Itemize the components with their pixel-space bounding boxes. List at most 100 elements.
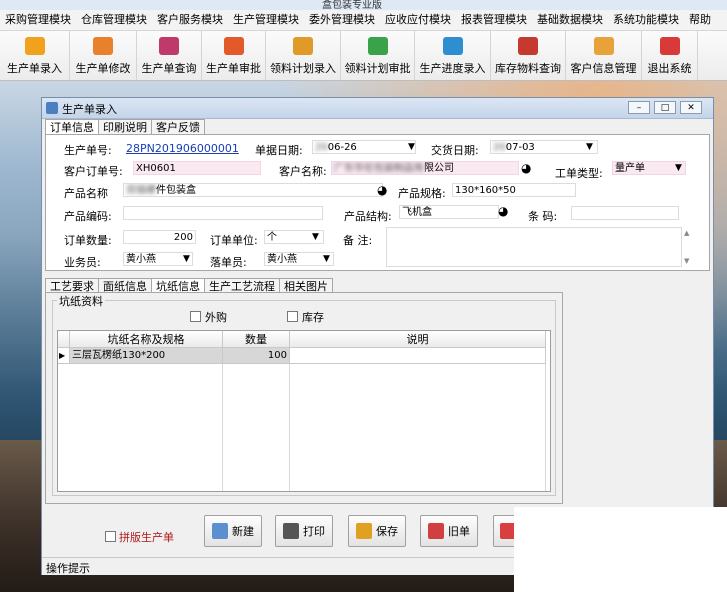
save-button[interactable]: 保存 bbox=[348, 515, 406, 547]
toolbar-label: 领料计划审批 bbox=[344, 62, 411, 75]
barcode-label: 条 码: bbox=[528, 210, 558, 223]
grid-cell-name[interactable]: 三层瓦楞纸130*200 bbox=[70, 348, 223, 364]
stamp-icon bbox=[223, 37, 244, 55]
toolbar-customer-info-button[interactable]: 客户信息管理 bbox=[566, 31, 642, 80]
salesman-dropdown-icon[interactable]: ▼ bbox=[183, 254, 190, 264]
box-icon bbox=[24, 37, 45, 55]
hand-icon bbox=[293, 37, 313, 55]
menu-basic-data[interactable]: 基础数据模块 bbox=[532, 10, 608, 30]
menu-purchase[interactable]: 采购管理模块 bbox=[0, 10, 76, 30]
order-no-label: 生产单号: bbox=[64, 144, 112, 157]
toolbar-label: 生产单查询 bbox=[141, 62, 197, 75]
save-icon bbox=[356, 523, 372, 539]
delivery-date-field[interactable]: 2007-03 bbox=[490, 140, 598, 154]
product-spec-field[interactable]: 130*160*50 bbox=[452, 183, 576, 197]
flute-paper-grid: 坑纸名称及规格 数量 说明 ▶ 三层瓦楞纸130*200 100 bbox=[57, 330, 551, 492]
grid-header-qty[interactable]: 数量 bbox=[223, 331, 290, 348]
toolbar-label: 领料计划录入 bbox=[270, 62, 336, 75]
toolbar-material-plan-approve-button[interactable]: 领料计划审批 bbox=[341, 31, 415, 80]
toolbar-order-query-button[interactable]: 生产单查询 bbox=[137, 31, 202, 80]
contacts-icon bbox=[593, 37, 614, 55]
grid-row-pointer-icon: ▶ bbox=[58, 348, 70, 364]
toolbar-inventory-query-button[interactable]: 库存物料查询 bbox=[491, 31, 566, 80]
minimize-button[interactable]: – bbox=[628, 101, 650, 114]
top-tab-row: 订单信息 印刷说明 客户反馈 bbox=[45, 119, 205, 135]
tab-print-notes[interactable]: 印刷说明 bbox=[98, 119, 152, 135]
product-lookup-icon[interactable]: ◕ bbox=[377, 183, 387, 197]
product-name-value: 件包装盒 bbox=[156, 185, 196, 196]
product-struct-field[interactable]: 飞机盒 bbox=[399, 205, 499, 219]
doc-date-field[interactable]: 2006-26 bbox=[312, 140, 416, 154]
outsource-checkbox[interactable] bbox=[190, 311, 201, 322]
app-title: 盒包装专业版 bbox=[322, 0, 382, 10]
placer-dropdown-icon[interactable]: ▼ bbox=[323, 254, 330, 264]
new-button[interactable]: 新建 bbox=[204, 515, 262, 547]
toolbar-label: 客户信息管理 bbox=[570, 62, 637, 75]
status-text: 操作提示 bbox=[46, 562, 90, 575]
close-button[interactable]: ✕ bbox=[680, 101, 702, 114]
unit-dropdown-icon[interactable]: ▼ bbox=[312, 232, 319, 242]
toolbar-label: 生产单审批 bbox=[206, 62, 261, 75]
grid-divider bbox=[222, 364, 223, 491]
outsource-label: 外购 bbox=[205, 311, 227, 324]
grid-cell-note[interactable] bbox=[290, 348, 546, 364]
unit-label: 订单单位: bbox=[210, 234, 258, 247]
toolbar-label: 生产进度录入 bbox=[419, 62, 486, 75]
power-icon bbox=[659, 37, 680, 55]
grid-row-header-corner bbox=[58, 331, 70, 348]
delivery-date-dropdown-icon[interactable]: ▼ bbox=[586, 142, 593, 152]
toolbar-label: 退出系统 bbox=[647, 62, 692, 75]
menu-bar: 采购管理模块 仓库管理模块 客户服务模块 生产管理模块 委外管理模块 应收应付模… bbox=[0, 10, 727, 31]
new-doc-icon bbox=[212, 523, 228, 539]
product-name-field[interactable]: 双插硬件包装盒 bbox=[123, 183, 383, 197]
grid-divider bbox=[289, 364, 290, 491]
menu-production[interactable]: 生产管理模块 bbox=[228, 10, 304, 30]
remark-scroll-up-icon[interactable]: ▲ bbox=[684, 229, 689, 237]
product-struct-label: 产品结构: bbox=[344, 210, 392, 223]
menu-system[interactable]: 系统功能模块 bbox=[608, 10, 684, 30]
product-spec-label: 产品规格: bbox=[398, 187, 446, 200]
doc-date-dropdown-icon[interactable]: ▼ bbox=[408, 142, 415, 152]
qty-field[interactable]: 200 bbox=[123, 230, 196, 244]
splice-order-checkbox[interactable] bbox=[105, 531, 116, 542]
customer-name-masked: 广东华伦包装制品有 bbox=[334, 163, 424, 174]
grid-cell-qty[interactable]: 100 bbox=[223, 348, 290, 364]
product-code-field[interactable] bbox=[123, 206, 323, 220]
print-button[interactable]: 打印 bbox=[275, 515, 333, 547]
tab-order-info[interactable]: 订单信息 bbox=[45, 119, 99, 135]
window-titlebar[interactable]: 生产单录入 – □ ✕ bbox=[42, 98, 713, 119]
remark-scroll-down-icon[interactable]: ▼ bbox=[684, 257, 689, 265]
menu-help[interactable]: 帮助 bbox=[684, 10, 716, 30]
app-title-bar: 盒包装专业版 bbox=[0, 0, 727, 10]
barcode-field[interactable] bbox=[571, 206, 679, 220]
print-button-label: 打印 bbox=[303, 525, 325, 538]
toolbar-progress-entry-button[interactable]: 生产进度录入 bbox=[415, 31, 491, 80]
customer-order-label: 客户订单号: bbox=[64, 165, 123, 178]
tab-customer-feedback[interactable]: 客户反馈 bbox=[151, 119, 205, 135]
menu-outsourcing[interactable]: 委外管理模块 bbox=[304, 10, 380, 30]
struct-lookup-icon[interactable]: ◕ bbox=[498, 204, 508, 218]
work-type-dropdown-icon[interactable]: ▼ bbox=[675, 163, 682, 173]
toolbar-exit-button[interactable]: 退出系统 bbox=[642, 31, 698, 80]
menu-reports[interactable]: 报表管理模块 bbox=[456, 10, 532, 30]
order-no-link[interactable]: 28PN201906000001 bbox=[126, 142, 239, 155]
stock-checkbox[interactable] bbox=[287, 311, 298, 322]
toolbar-order-edit-button[interactable]: 生产单修改 bbox=[70, 31, 137, 80]
customer-order-field[interactable]: XH0601 bbox=[133, 161, 261, 175]
old-order-button[interactable]: 旧单 bbox=[420, 515, 478, 547]
remark-textarea[interactable] bbox=[386, 227, 682, 267]
product-name-label: 产品名称 bbox=[64, 187, 108, 200]
menu-customer-service[interactable]: 客户服务模块 bbox=[152, 10, 228, 30]
customer-name-field[interactable]: 广东华伦包装制品有限公司 bbox=[331, 161, 519, 175]
menu-warehouse[interactable]: 仓库管理模块 bbox=[76, 10, 152, 30]
grid-header-name[interactable]: 坑纸名称及规格 bbox=[70, 331, 223, 348]
toolbar-order-entry-button[interactable]: 生产单录入 bbox=[0, 31, 70, 80]
maximize-button[interactable]: □ bbox=[654, 101, 676, 114]
order-info-panel: 生产单号: 28PN201906000001 单据日期: 2006-26 ▼ 交… bbox=[45, 134, 710, 271]
remark-label: 备 注: bbox=[343, 234, 373, 247]
menu-receivable-payable[interactable]: 应收应付模块 bbox=[380, 10, 456, 30]
toolbar-order-approve-button[interactable]: 生产单审批 bbox=[202, 31, 266, 80]
toolbar-material-plan-entry-button[interactable]: 领料计划录入 bbox=[266, 31, 341, 80]
grid-header-note[interactable]: 说明 bbox=[290, 331, 546, 348]
customer-lookup-icon[interactable]: ◕ bbox=[521, 161, 531, 175]
